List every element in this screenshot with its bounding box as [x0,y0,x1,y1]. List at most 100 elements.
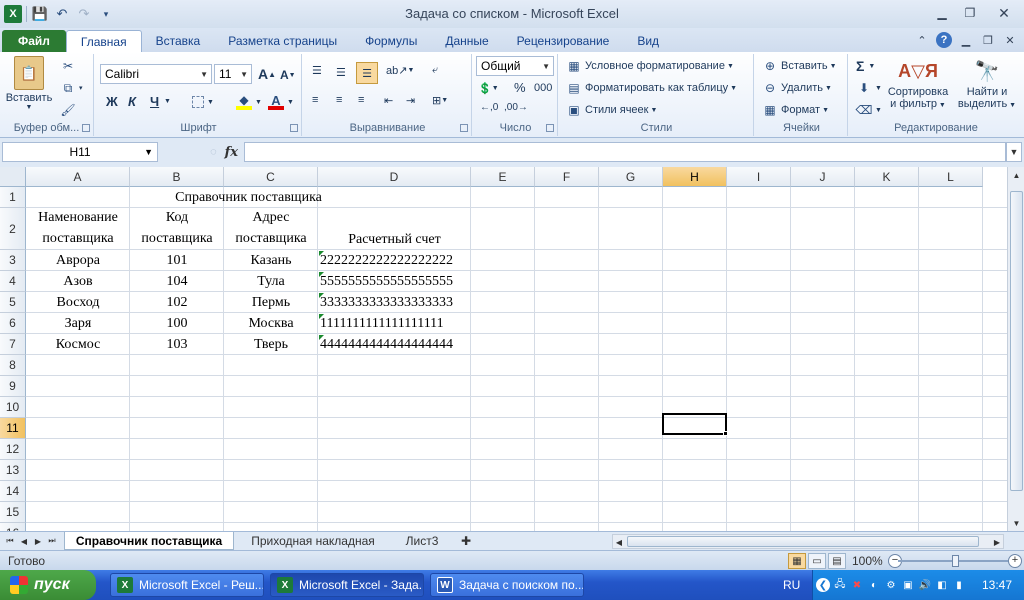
tray-app-icon-5[interactable]: ▮ [952,578,966,592]
cell-c6[interactable]: Москва [224,313,318,334]
insert-function-button[interactable]: fx [225,145,238,160]
row-header-2[interactable]: 2 [0,208,26,250]
normal-view-icon[interactable]: ▦ [788,553,806,569]
currency-format-icon[interactable]: 💲 ▼ [478,82,499,95]
cut-button[interactable]: ✂ [60,58,79,74]
taskbar-item-excel-2[interactable]: X Microsoft Excel - Зада... [270,573,424,597]
grow-font-icon[interactable]: A ▲ [258,66,276,82]
row-header-13[interactable]: 13 [0,460,26,481]
cell-a4[interactable]: Азов [26,271,130,292]
align-right-icon[interactable]: ≡ [358,94,364,106]
wrap-text-icon[interactable]: ⤶ [432,64,438,77]
thousands-button[interactable]: 000 [534,82,552,94]
underline-button[interactable]: Ч [150,94,159,109]
format-as-table-button[interactable]: ▤ Форматировать как таблицу ▼ [566,80,737,96]
next-sheet-icon[interactable]: ▶ [32,534,44,548]
font-color-button[interactable]: A ▼ [268,93,294,110]
prev-sheet-icon[interactable]: ◀ [18,534,30,548]
name-box[interactable]: H11 ▼ [2,142,158,162]
format-painter-button[interactable]: 🖌 [60,102,79,118]
cell-b7[interactable]: 103 [130,334,224,355]
page-break-view-icon[interactable]: ▤ [828,553,846,569]
zoom-slider-thumb[interactable] [952,555,959,567]
clock[interactable]: 13:47 [982,578,1012,592]
font-launcher-icon[interactable] [290,124,298,132]
cell-c5[interactable]: Пермь [224,292,318,313]
language-indicator[interactable]: RU [783,578,800,592]
column-header-l[interactable]: L [919,167,983,187]
column-header-k[interactable]: K [855,167,919,187]
taskbar-item-word[interactable]: W Задача с поиском по... [430,573,584,597]
scroll-down-icon[interactable]: ▼ [1008,515,1024,531]
row-header-12[interactable]: 12 [0,439,26,460]
alignment-launcher-icon[interactable] [460,124,468,132]
autosum-button[interactable]: Σ ▼ [856,58,875,74]
column-header-b[interactable]: B [130,167,224,187]
tray-app-icon-4[interactable]: ◧ [935,578,949,592]
tab-review[interactable]: Рецензирование [503,30,624,52]
row-header-4[interactable]: 4 [0,271,26,292]
paste-button[interactable]: 📋 Вставить ▼ [6,56,52,114]
cell-d7[interactable]: 4444444444444444444 [318,334,471,355]
help-icon[interactable]: ? [936,32,952,48]
align-middle-icon[interactable]: ☰ [336,66,346,79]
vertical-scrollbar[interactable]: ▲ ▼ [1007,167,1024,531]
bold-button[interactable]: Ж [106,94,118,109]
formula-input[interactable] [244,142,1006,162]
redo-icon[interactable]: ↷ [75,5,93,23]
close-icon[interactable]: ✕ [984,0,1024,26]
scroll-left-icon[interactable]: ◀ [613,535,625,549]
doc-restore-icon[interactable]: ❐ [980,32,996,48]
cell-c7[interactable]: Тверь [224,334,318,355]
sheet-tab-sheet3[interactable]: Лист3 [396,532,448,550]
align-left-icon[interactable]: ≡ [312,94,318,106]
row-header-9[interactable]: 9 [0,376,26,397]
conditional-formatting-button[interactable]: ▦ Условное форматирование ▼ [566,58,734,74]
taskbar-item-excel-1[interactable]: X Microsoft Excel - Реш... [110,573,264,597]
network-icon[interactable]: 🖧 [833,578,847,592]
cell-d3[interactable]: 2222222222222222222 [318,250,471,271]
active-cell-h11[interactable] [662,413,727,435]
column-header-c[interactable]: C [224,167,318,187]
page-layout-view-icon[interactable]: ▭ [808,553,826,569]
customize-qat-icon[interactable]: ▾ [97,5,115,23]
column-header-h[interactable]: H [663,167,727,187]
column-header-a[interactable]: A [26,167,130,187]
tab-page-layout[interactable]: Разметка страницы [214,30,351,52]
cell-c2[interactable]: Адрес поставщика [224,208,318,250]
doc-close-icon[interactable]: ✕ [1002,32,1018,48]
worksheet-grid[interactable]: ABCDEFGHIJKL 12345678910111213141516 Спр… [0,167,1007,531]
decrease-indent-icon[interactable]: ⇤ [384,94,393,107]
align-bottom-icon[interactable]: ☰ [356,62,378,84]
format-cells-button[interactable]: ▦ Формат ▼ [762,102,829,118]
cell-d2[interactable]: Расчетный счет [318,208,471,250]
font-name-combo[interactable]: Calibri ▼ [100,64,212,84]
row-header-15[interactable]: 15 [0,502,26,523]
tab-formulas[interactable]: Формулы [351,30,431,52]
first-sheet-icon[interactable]: ⏮ [4,534,16,548]
row-header-3[interactable]: 3 [0,250,26,271]
tray-arrow-icon[interactable]: ❮ [816,578,830,592]
clipboard-launcher-icon[interactable] [82,124,90,132]
minimize-ribbon-icon[interactable]: ⌃ [914,32,930,48]
decrease-decimal-icon[interactable]: ,00→ [504,102,528,113]
row-header-11[interactable]: 11 [0,418,26,439]
sheet-tab-supplier-directory[interactable]: Справочник поставщика [64,532,234,550]
cell-b6[interactable]: 100 [130,313,224,334]
increase-indent-icon[interactable]: ⇥ [406,94,415,107]
cell-d5[interactable]: 3333333333333333333 [318,292,471,313]
row-header-8[interactable]: 8 [0,355,26,376]
cell-a5[interactable]: Восход [26,292,130,313]
tray-app-icon-2[interactable]: ⚙ [884,578,898,592]
cell-b3[interactable]: 101 [130,250,224,271]
horizontal-scroll-thumb[interactable] [627,536,979,547]
row-header-16[interactable]: 16 [0,523,26,531]
row-header-14[interactable]: 14 [0,481,26,502]
minimize-icon[interactable]: ▁ [928,0,956,26]
save-icon[interactable]: 💾 [31,5,49,23]
tab-home[interactable]: Главная [65,30,142,52]
excel-app-icon[interactable]: X [4,5,22,23]
cell-b2[interactable]: Код поставщика [130,208,224,250]
antivirus-icon[interactable]: ✖ [850,578,864,592]
scroll-up-icon[interactable]: ▲ [1008,167,1024,183]
